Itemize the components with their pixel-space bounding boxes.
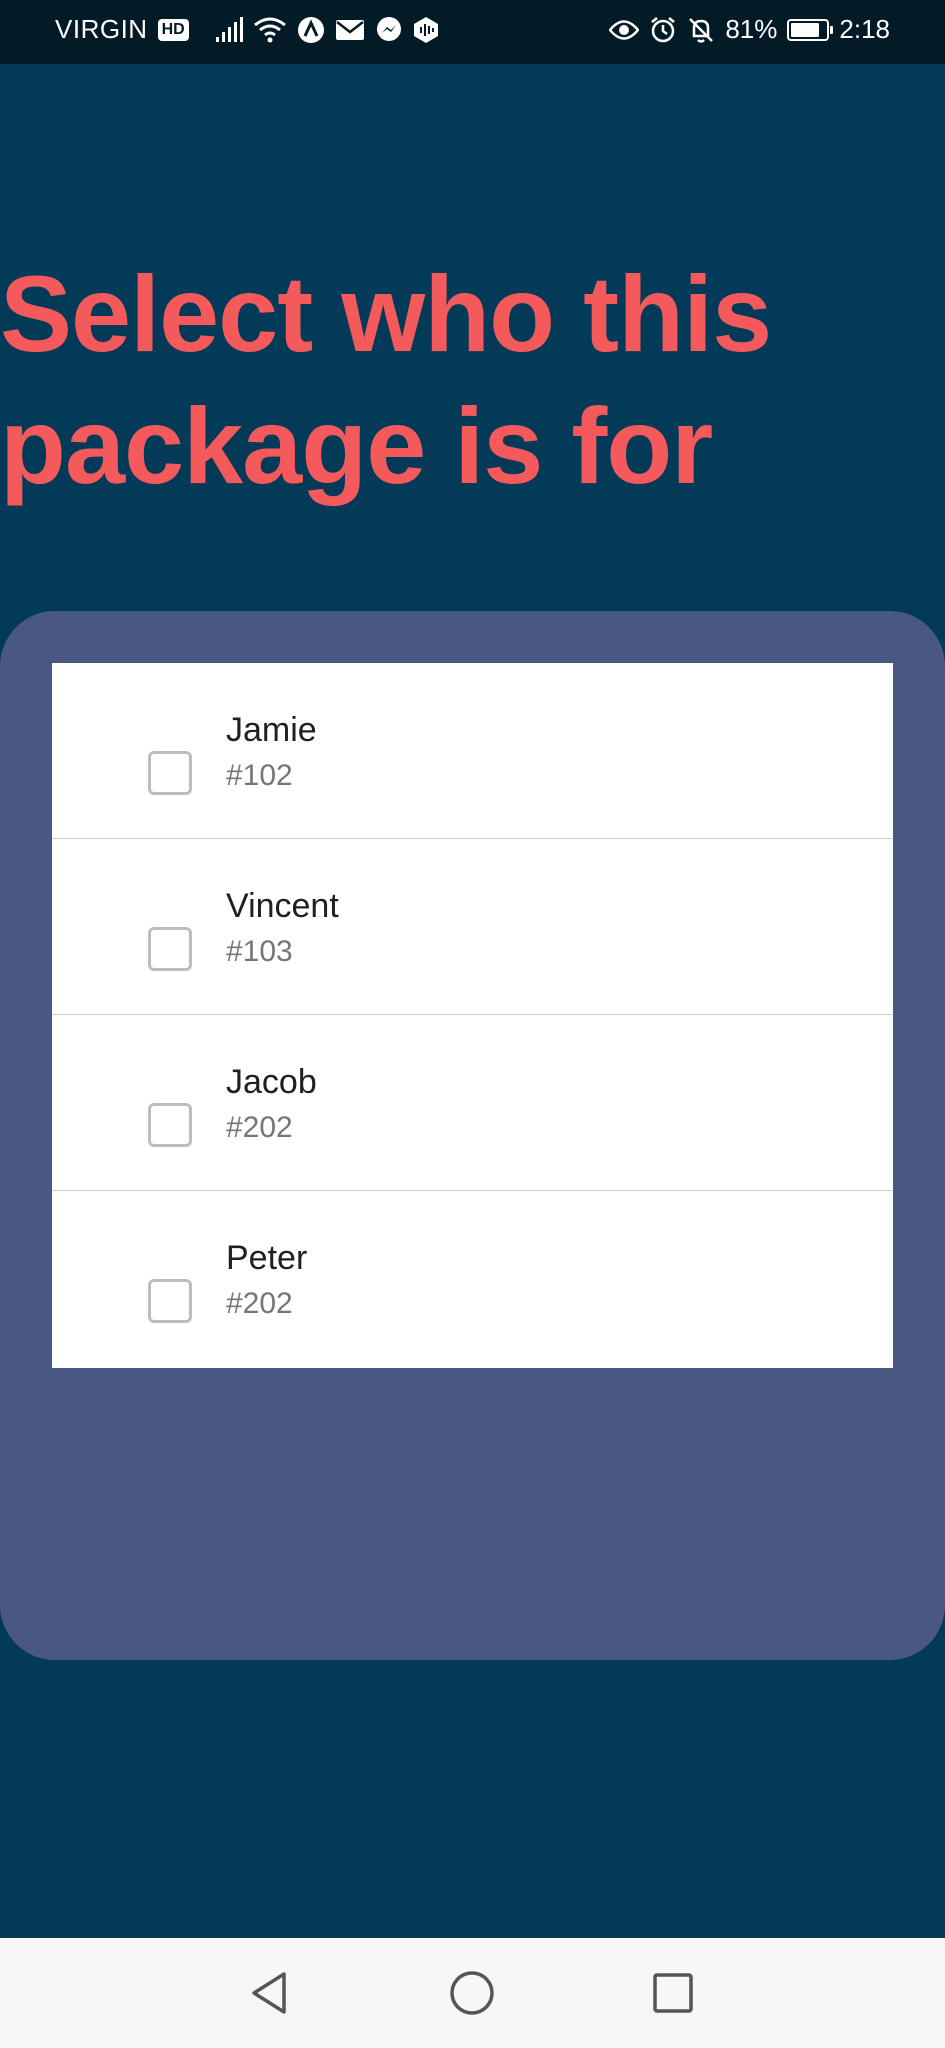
home-icon[interactable] [447,1968,497,2018]
checkbox[interactable] [148,1103,192,1147]
clock-time: 2:18 [839,14,890,44]
mail-icon [335,19,365,41]
list-item[interactable]: Jacob #202 [52,1015,893,1191]
list-item[interactable]: Jamie #102 [52,663,893,839]
recipient-name: Peter [226,1239,308,1277]
carrier-label: VIRGIN [55,14,148,44]
recipient-unit: #202 [226,1287,293,1320]
battery-icon [787,18,834,41]
list-item[interactable]: Peter #202 [52,1191,893,1368]
checkbox[interactable] [148,927,192,971]
app-a-icon [297,16,325,44]
messenger-icon [375,16,403,44]
checkbox[interactable] [148,751,192,795]
recipient-name: Vincent [226,887,339,925]
recents-icon[interactable] [648,1968,698,2018]
checkbox[interactable] [148,1279,192,1323]
alarm-icon [649,16,677,44]
recipient-name: Jacob [226,1063,317,1101]
podcast-icon [413,16,439,44]
recipient-name: Jamie [226,711,317,749]
recipient-list: Jamie #102 Vincent #103 Jacob #202 Peter… [52,663,893,1368]
recipient-card: Jamie #102 Vincent #103 Jacob #202 Peter… [0,611,945,1660]
hd-badge: HD [157,18,189,41]
back-icon[interactable] [245,1968,295,2018]
recipient-unit: #202 [226,1111,293,1144]
recipient-unit: #102 [226,759,293,792]
wifi-icon [253,17,287,43]
eye-icon [609,19,640,41]
list-item[interactable]: Vincent #103 [52,839,893,1015]
page-title: Select who this package is for [0,253,772,506]
navigation-bar [0,1938,945,2048]
battery-level-fill [791,22,820,37]
mute-bell-icon [687,16,715,44]
battery-percent: 81% [725,14,778,44]
status-bar: VIRGIN HD 81% 2:18 [0,0,945,64]
recipient-unit: #103 [226,935,293,968]
signal-icon [215,16,243,43]
